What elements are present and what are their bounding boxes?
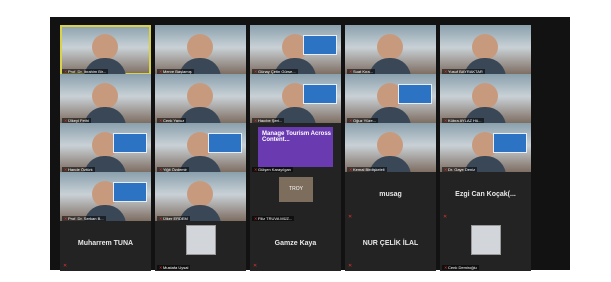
background-banner (398, 84, 432, 104)
background-banner (113, 133, 147, 153)
participant-video (464, 83, 506, 124)
participant-display-name: Gamze Kaya (274, 240, 317, 247)
participant-tile[interactable]: musag ✕ (345, 172, 436, 222)
background-banner (303, 84, 337, 104)
participant-tile[interactable]: TROY ✕Filiz TRUVA MÜZ... (250, 172, 341, 222)
participant-display-name: Ezgi Can Koçak(... (455, 191, 516, 198)
participant-tile[interactable]: ✕Cenk Demiroğlu (440, 221, 531, 271)
participant-tile[interactable]: NUR ÇELİK İLAL ✕ (345, 221, 436, 271)
participant-tile[interactable]: ✕Oğuz Yüze... (345, 74, 436, 124)
participant-video (369, 34, 411, 75)
background-banner (113, 182, 147, 202)
participant-video (84, 34, 126, 75)
mic-muted-icon: ✕ (63, 263, 68, 269)
video-grid: ✕Prof. Dr. İbrahim Bir... ✕Merve Başlamı… (50, 17, 570, 271)
participant-name: ✕Mustafa Uysal (157, 265, 191, 270)
participant-tile[interactable]: ✕Ülkeyi Fethi (60, 74, 151, 124)
profile-photo (186, 225, 216, 255)
participant-video (369, 132, 411, 173)
participant-video (179, 83, 221, 124)
participant-tile[interactable]: ✕Yusuf BAYRAKTAR (440, 25, 531, 75)
mic-muted-icon: ✕ (253, 263, 258, 269)
mic-muted-icon: ✕ (443, 214, 448, 220)
participant-display-name: Muharrem TUNA (77, 240, 134, 247)
participant-tile[interactable]: ✕Dr. Gaye Deniz (440, 123, 531, 173)
background-banner (208, 133, 242, 153)
participant-tile[interactable]: ✕Merve Başlamış (155, 25, 246, 75)
participant-tile[interactable]: ✕Hande Öztürk (60, 123, 151, 173)
virtual-background-title: Manage Tourism Across Content... (258, 127, 333, 167)
participant-display-name: musag (379, 191, 402, 198)
participant-tile[interactable]: ✕Ülker ERDEM (155, 172, 246, 222)
participant-tile[interactable]: Ezgi Can Koçak(... ✕ (440, 172, 531, 222)
participant-tile[interactable]: Gamze Kaya ✕ (250, 221, 341, 271)
participant-tile[interactable]: Manage Tourism Across Content... ✕Gülşen… (250, 123, 341, 173)
participant-video (179, 181, 221, 222)
participant-tile[interactable]: ✕Hacıbe Şeri... (250, 74, 341, 124)
participant-tile[interactable]: ✕Mustafa Uysal (155, 221, 246, 271)
participant-tile[interactable]: ✕Cenk Yavuz (155, 74, 246, 124)
mic-muted-icon: ✕ (348, 263, 353, 269)
participant-video (179, 34, 221, 75)
profile-photo (471, 225, 501, 255)
participant-display-name: NUR ÇELİK İLAL (362, 240, 419, 247)
participant-tile[interactable]: ✕Kübra AYLAZ Hü... (440, 74, 531, 124)
participant-tile[interactable]: Muharrem TUNA ✕ (60, 221, 151, 271)
troy-image: TROY (279, 177, 313, 202)
participant-tile[interactable]: ✕Prof. Dr. Serkan B... (60, 172, 151, 222)
participant-tile[interactable]: ✕Günay Çetin Gürse... (250, 25, 341, 75)
participant-video (464, 34, 506, 75)
mic-muted-icon: ✕ (348, 214, 353, 220)
participant-tile[interactable]: ✕Prof. Dr. İbrahim Bir... (60, 25, 151, 75)
participant-tile[interactable]: ✕Yiğit Özdemir (155, 123, 246, 173)
participant-tile[interactable]: ✕Suat Kıra... (345, 25, 436, 75)
background-banner (303, 35, 337, 55)
participant-tile[interactable]: ✕Kemal Birdişkeleli (345, 123, 436, 173)
participant-video (84, 83, 126, 124)
background-banner (493, 133, 527, 153)
participant-name: ✕Cenk Demiroğlu (442, 265, 479, 270)
